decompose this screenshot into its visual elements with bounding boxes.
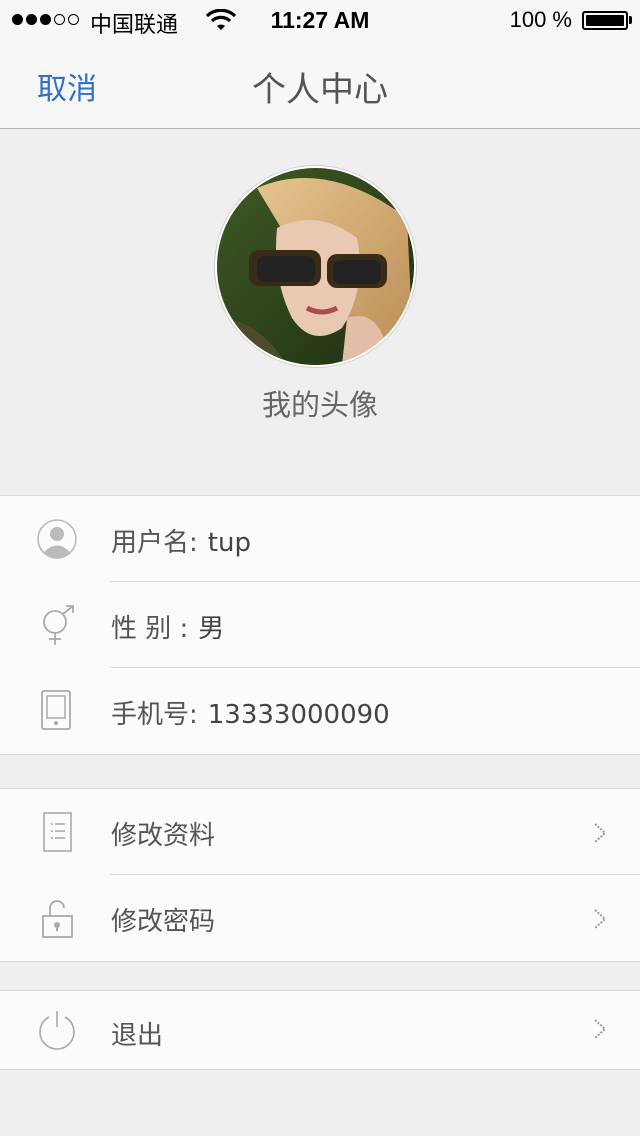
gender-text: 性 别 : 男 xyxy=(111,608,224,645)
settings-group: 修改资料 修改密码 xyxy=(0,788,640,962)
unlock-icon xyxy=(36,896,78,940)
power-icon xyxy=(36,1008,78,1052)
phone-text: 手机号: 13333000090 xyxy=(111,694,390,731)
logout-row[interactable]: 退出 xyxy=(0,991,640,1069)
gender-row: 性 别 : 男 xyxy=(0,582,640,668)
navigation-bar: 取消 个人中心 xyxy=(0,40,640,129)
document-icon xyxy=(36,810,78,854)
username-value: tup xyxy=(207,528,251,558)
profile-header: 我的头像 xyxy=(0,129,640,495)
username-label: 用户名: xyxy=(111,528,198,558)
avatar[interactable] xyxy=(215,166,416,367)
battery-percent: 100 % xyxy=(509,7,572,32)
gender-label: 性 别 : xyxy=(111,614,189,644)
phone-icon xyxy=(36,689,78,733)
page-title: 个人中心 xyxy=(252,70,388,110)
phone-row: 手机号: 13333000090 xyxy=(0,668,640,754)
chevron-right-icon xyxy=(592,1018,608,1040)
logout-label: 退出 xyxy=(111,1021,164,1051)
phone-label: 手机号: xyxy=(111,700,198,730)
change-password-label: 修改密码 xyxy=(111,907,216,937)
phone-value: 13333000090 xyxy=(207,700,390,730)
chevron-right-icon xyxy=(592,822,608,844)
change-password-row[interactable]: 修改密码 xyxy=(0,875,640,961)
avatar-caption: 我的头像 xyxy=(261,388,378,422)
username-text: 用户名: tup xyxy=(111,522,251,559)
chevron-right-icon xyxy=(592,908,608,930)
user-icon xyxy=(36,517,78,561)
edit-profile-row[interactable]: 修改资料 xyxy=(0,789,640,875)
gender-icon xyxy=(36,603,78,647)
gender-value: 男 xyxy=(198,614,225,644)
battery-icon xyxy=(582,11,628,30)
edit-profile-label: 修改资料 xyxy=(111,821,216,851)
status-bar: 中国联通 11:27 AM 100 % xyxy=(0,0,640,40)
username-row: 用户名: tup xyxy=(0,496,640,582)
user-info-group: 用户名: tup 性 别 : 男 手机号: 13333000090 xyxy=(0,495,640,755)
battery-tip xyxy=(629,16,632,24)
logout-group: 退出 xyxy=(0,990,640,1070)
